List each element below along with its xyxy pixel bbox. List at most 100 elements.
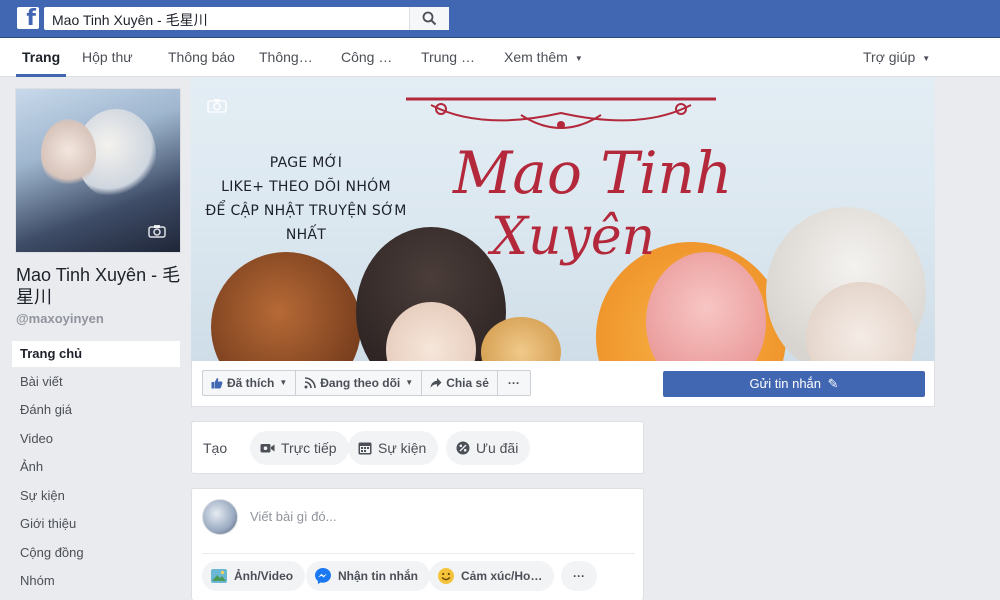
feeling-activity-label: Cảm xúc/Ho… [461, 569, 543, 583]
more-options-button[interactable]: ··· [498, 371, 530, 395]
tab-more[interactable]: Xem thêm ▼ [504, 38, 583, 77]
page-nav: Trang Hộp thư Thông báo Thông… Công … Tr… [0, 38, 1000, 77]
smiley-icon [438, 568, 454, 584]
sidebar-item-label: Trang chủ [20, 346, 83, 361]
share-label: Chia sẻ [446, 376, 489, 390]
sidebar-item-label: Đánh giá [20, 402, 73, 417]
post-composer: Viết bài gì đó... Ảnh/Video Nhận tin nhắ… [191, 488, 644, 600]
cover-promo-text: PAGE MỚI LIKE+ THEO DÕI NHÓM ĐỂ CẬP NHẬT… [191, 151, 421, 247]
sidebar-item-label: Cộng đồng [20, 545, 84, 560]
tab-label: Thông… [259, 49, 313, 65]
caret-down-icon: ▼ [922, 53, 931, 63]
facebook-logo-icon[interactable]: f [17, 7, 39, 29]
following-button[interactable]: Đang theo dõi ▼ [296, 371, 423, 395]
more-icon: ··· [573, 569, 585, 583]
tab-center[interactable]: Trung … [421, 38, 475, 77]
cover-title: Xuyên [491, 207, 656, 267]
liked-button[interactable]: Đã thích ▼ [203, 371, 297, 395]
create-event-button[interactable]: Sự kiện [348, 431, 439, 465]
caret-down-icon: ▼ [405, 378, 414, 387]
camera-icon[interactable] [148, 224, 166, 238]
tab-insights[interactable]: Thông… [259, 38, 313, 77]
create-offer-label: Ưu đãi [476, 440, 519, 456]
calendar-icon [358, 442, 372, 455]
more-icon: ··· [507, 376, 520, 390]
sidebar-item-photos[interactable]: Ảnh [12, 454, 180, 480]
video-camera-icon [260, 444, 275, 453]
cover-photo[interactable]: PAGE MỚI LIKE+ THEO DÕI NHÓM ĐỂ CẬP NHẬT… [191, 77, 935, 361]
sidebar-item-posts[interactable]: Bài viết [12, 369, 180, 395]
photo-video-button[interactable]: Ảnh/Video [202, 561, 306, 591]
sidebar-item-reviews[interactable]: Đánh giá [12, 397, 180, 423]
send-message-button[interactable]: Gửi tin nhắn ✎ [663, 371, 925, 397]
promo-line: PAGE MỚI [269, 155, 343, 171]
create-offer-button[interactable]: Ưu đãi [446, 431, 531, 465]
sidebar-item-label: Nhóm [20, 573, 55, 588]
sidebar-item-label: Sự kiện [20, 488, 65, 503]
sidebar-item-label: Giới thiệu [20, 516, 77, 531]
profile-art-figure [41, 119, 96, 189]
tab-inbox[interactable]: Hộp thư [82, 38, 133, 77]
tab-label: Trang [22, 49, 61, 65]
sidebar-item-about[interactable]: Giới thiệu [12, 511, 180, 537]
caret-down-icon: ▼ [574, 53, 583, 63]
rss-icon [304, 377, 317, 389]
search-icon [422, 11, 437, 26]
sidebar-item-home[interactable]: Trang chủ [12, 341, 180, 367]
photo-video-label: Ảnh/Video [234, 569, 294, 583]
share-arrow-icon [430, 378, 442, 388]
create-panel: Tạo Trực tiếp Sự kiện Ưu đãi [191, 421, 644, 474]
cover-title: Mao Tinh [453, 139, 733, 207]
page-handle[interactable]: @maxoyinyen [16, 311, 104, 326]
cover-art-character [211, 252, 361, 361]
photo-icon [211, 569, 227, 583]
go-live-button[interactable]: Trực tiếp [250, 431, 349, 465]
sidebar-item-label: Video [20, 431, 54, 446]
caret-down-icon: ▼ [279, 378, 288, 387]
liked-label: Đã thích [227, 376, 275, 390]
tab-publishing-tools[interactable]: Công … [341, 38, 392, 77]
tab-label: Công … [341, 49, 393, 65]
thumbs-up-icon [211, 378, 223, 389]
camera-icon[interactable] [207, 98, 227, 113]
sidebar-item-community[interactable]: Cộng đồng [12, 540, 180, 566]
tab-label: Thông báo [168, 49, 235, 65]
percent-tag-icon [456, 441, 470, 455]
create-label: Tạo [203, 440, 228, 456]
go-live-label: Trực tiếp [281, 440, 337, 456]
sidebar-item-events[interactable]: Sự kiện [12, 483, 180, 509]
tab-help[interactable]: Trợ giúp ▼ [863, 38, 930, 77]
tab-label: Trung … [421, 49, 475, 65]
feeling-activity-button[interactable]: Cảm xúc/Ho… [429, 561, 555, 591]
avatar [202, 499, 238, 535]
pencil-icon: ✎ [827, 376, 839, 391]
cover-ornament [406, 97, 716, 129]
tab-label: Trợ giúp [863, 49, 916, 65]
promo-line: ĐỂ CẬP NHẬT TRUYỆN SỚM NHẤT [205, 203, 407, 243]
sidebar-item-groups[interactable]: Nhóm [12, 568, 180, 594]
messenger-icon [315, 568, 331, 584]
promo-line: LIKE+ THEO DÕI NHÓM [221, 179, 391, 195]
get-messages-label: Nhận tin nhắn [338, 569, 418, 583]
get-messages-button[interactable]: Nhận tin nhắn [306, 561, 430, 591]
sidebar-item-label: Ảnh [20, 459, 44, 474]
tab-label: Hộp thư [82, 49, 133, 65]
create-event-label: Sự kiện [378, 440, 427, 456]
sidebar-item-videos[interactable]: Video [12, 426, 180, 452]
send-message-label: Gửi tin nhắn [749, 376, 822, 391]
search-input-value: Mao Tinh Xuyên - 毛星川 [52, 12, 208, 28]
following-label: Đang theo dõi [320, 376, 401, 390]
page-title: Mao Tinh Xuyên - 毛星川 [16, 265, 181, 307]
share-button[interactable]: Chia sẻ [422, 371, 498, 395]
composer-input[interactable]: Viết bài gì đó... [250, 509, 337, 524]
page-action-bar: Đã thích ▼ Đang theo dõi ▼ Chia sẻ ··· Gửi… [191, 361, 935, 407]
sidebar-item-label: Bài viết [20, 374, 63, 389]
tab-notifications[interactable]: Thông báo [168, 38, 235, 77]
search-button[interactable] [409, 7, 449, 30]
tab-label: Xem thêm [504, 49, 568, 65]
page-action-group: Đã thích ▼ Đang theo dõi ▼ Chia sẻ ··· [202, 370, 531, 396]
composer-more-button[interactable]: ··· [561, 561, 597, 591]
search-input[interactable]: Mao Tinh Xuyên - 毛星川 [44, 7, 449, 30]
tab-page[interactable]: Trang [16, 38, 67, 77]
top-bar: f Mao Tinh Xuyên - 毛星川 [0, 0, 1000, 38]
